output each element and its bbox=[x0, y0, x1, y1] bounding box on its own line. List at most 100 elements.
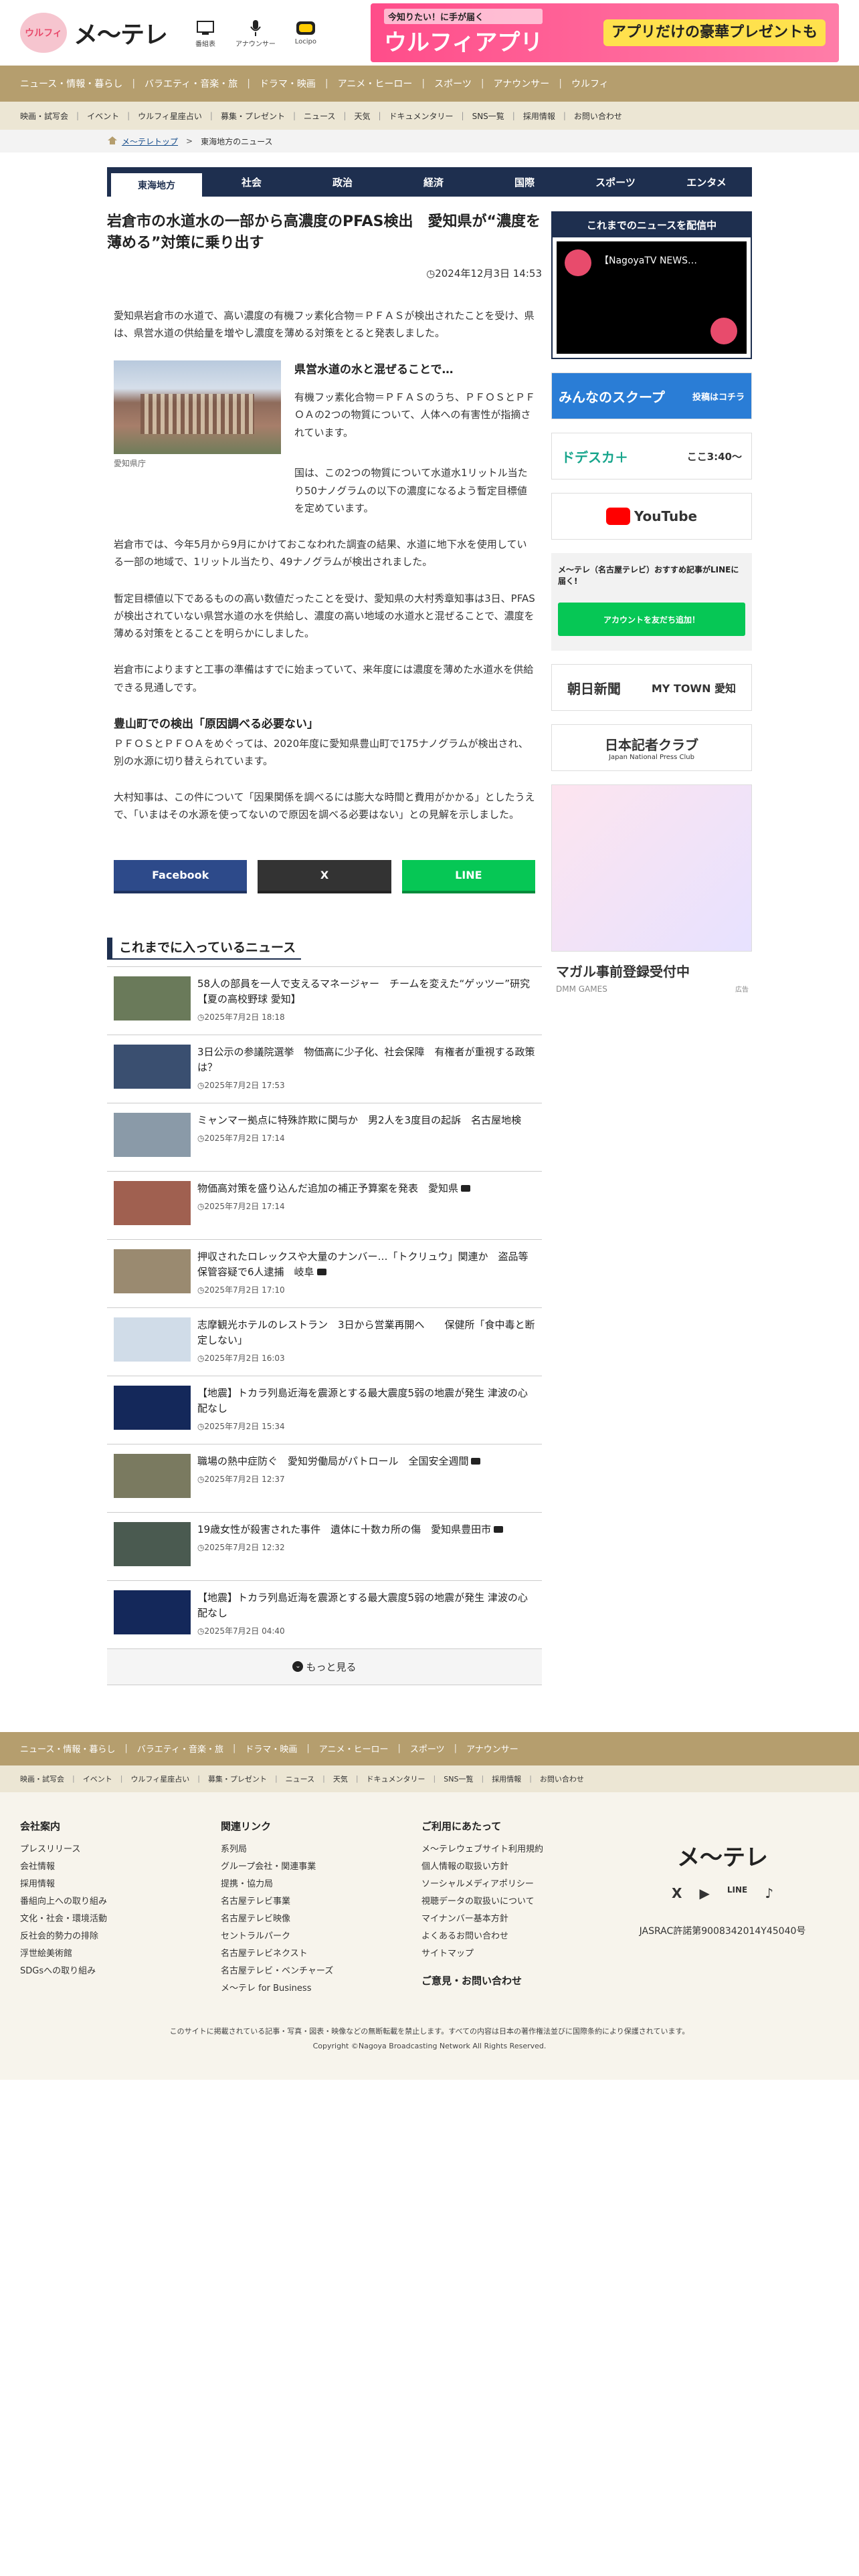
tv-schedule-link[interactable]: 番組表 bbox=[194, 18, 217, 48]
more-button[interactable]: ⌄ もっと見る bbox=[107, 1648, 542, 1685]
category-tab[interactable]: スポーツ bbox=[570, 167, 661, 197]
footer-sub-nav-item[interactable]: お問い合わせ bbox=[540, 1774, 584, 1784]
category-tab[interactable]: エンタメ bbox=[661, 167, 752, 197]
main-nav-item[interactable]: アニメ・ヒーロー bbox=[338, 77, 413, 90]
main-nav-item[interactable]: ドラマ・映画 bbox=[260, 77, 316, 90]
youtube-banner[interactable]: YouTube bbox=[551, 493, 752, 540]
share-facebook-button[interactable]: Facebook bbox=[114, 859, 248, 893]
asahi-mytown-banner[interactable]: 朝日新聞 MY TOWN 愛知 bbox=[551, 664, 752, 711]
footer-link[interactable]: 提携・協力局 bbox=[221, 1876, 421, 1893]
share-line-button[interactable]: LINE bbox=[401, 859, 535, 893]
news-item[interactable]: 志摩観光ホテルのレストラン 3日から営業再開へ 保健所「食中毒と断定しない」 ◷2… bbox=[107, 1308, 542, 1376]
sub-nav-item[interactable]: ニュース bbox=[304, 110, 335, 122]
sub-nav-item[interactable]: ドキュメンタリー bbox=[389, 110, 454, 122]
game-ad[interactable]: マガル事前登録受付中 DMM GAMES 広告 bbox=[551, 784, 752, 994]
footer-sub-nav-item[interactable]: 映画・試写会 bbox=[20, 1774, 64, 1784]
footer-link[interactable]: 視聴データの取扱いについて bbox=[421, 1893, 622, 1911]
sub-nav-item[interactable]: 募集・プレゼント bbox=[221, 110, 285, 122]
footer-link[interactable]: 浮世絵美術館 bbox=[20, 1945, 221, 1963]
footer-link[interactable]: グループ会社・関連事業 bbox=[221, 1858, 421, 1876]
sub-nav-item[interactable]: イベント bbox=[87, 110, 119, 122]
footer-main-nav-item[interactable]: アニメ・ヒーロー bbox=[319, 1742, 389, 1755]
footer-link[interactable]: よくあるお問い合わせ bbox=[421, 1928, 622, 1945]
dodesuka-banner[interactable]: ドデスカ＋ ここ3:40～ bbox=[551, 433, 752, 479]
footer-link[interactable]: 名古屋テレビ映像 bbox=[221, 1911, 421, 1928]
sub-nav-item[interactable]: お問い合わせ bbox=[574, 110, 622, 122]
press-club-banner[interactable]: 日本記者クラブ Japan National Press Club bbox=[551, 724, 752, 771]
footer-link[interactable]: 系列局 bbox=[221, 1841, 421, 1858]
news-item[interactable]: ミャンマー拠点に特殊詐欺に関与か 男2人を3度目の起訴 名古屋地検 ◷2025年7… bbox=[107, 1103, 542, 1172]
announcer-link[interactable]: アナウンサー bbox=[235, 18, 276, 48]
footer-link[interactable]: 採用情報 bbox=[20, 1876, 221, 1893]
news-item[interactable]: 58人の部員を一人で支えるマネージャー チームを変えた“ゲッツー”研究【夏の高校… bbox=[107, 967, 542, 1035]
main-nav-item[interactable]: アナウンサー bbox=[494, 77, 550, 90]
footer-sub-nav-item[interactable]: イベント bbox=[83, 1774, 112, 1784]
footer-link[interactable]: 文化・社会・環境活動 bbox=[20, 1911, 221, 1928]
news-item[interactable]: 物価高対策を盛り込んだ追加の補正予算案を発表 愛知県 ◷2025年7月2日 17:… bbox=[107, 1172, 542, 1240]
footer-main-nav-item[interactable]: アナウンサー bbox=[466, 1742, 518, 1755]
category-tab[interactable]: 東海地方 bbox=[111, 171, 202, 197]
footer-link[interactable]: メ～テレ for Business bbox=[221, 1980, 421, 1998]
footer-link[interactable]: 名古屋テレビ事業 bbox=[221, 1893, 421, 1911]
x-icon[interactable]: X bbox=[672, 1885, 682, 1901]
footer-main-nav-item[interactable]: バラエティ・音楽・旅 bbox=[137, 1742, 223, 1755]
news-item[interactable]: 19歳女性が殺害された事件 遺体に十数カ所の傷 愛知県豊田市 ◷2025年7月2日… bbox=[107, 1513, 542, 1581]
footer-sub-nav-item[interactable]: ウルフィ星座占い bbox=[130, 1774, 189, 1784]
footer-main-nav-item[interactable]: ドラマ・映画 bbox=[245, 1742, 297, 1755]
main-nav-item[interactable]: バラエティ・音楽・旅 bbox=[145, 77, 237, 90]
footer-main-nav-item[interactable]: スポーツ bbox=[410, 1742, 445, 1755]
news-item[interactable]: 【地震】トカラ列島近海を震源とする最大震度5弱の地震が発生 津波の心配なし ◷20… bbox=[107, 1376, 542, 1444]
footer-link[interactable]: ソーシャルメディアポリシー bbox=[421, 1876, 622, 1893]
footer-sub-nav-item[interactable]: 天気 bbox=[333, 1774, 348, 1784]
footer-sub-nav-item[interactable]: 採用情報 bbox=[492, 1774, 521, 1784]
youtube-icon[interactable]: ▶ bbox=[699, 1885, 709, 1901]
footer-link[interactable]: マイナンバー基本方針 bbox=[421, 1911, 622, 1928]
contact-link[interactable]: ご意見・お問い合わせ bbox=[421, 1973, 622, 1988]
footer-link[interactable]: 反社会的勢力の排除 bbox=[20, 1928, 221, 1945]
mascot-logo[interactable]: ウルフィ bbox=[20, 13, 67, 53]
breadcrumb-home[interactable]: メ～テレトップ bbox=[107, 136, 178, 147]
footer-sub-nav-item[interactable]: ドキュメンタリー bbox=[367, 1774, 425, 1784]
footer-link[interactable]: メ～テレウェブサイト利用規約 bbox=[421, 1841, 622, 1858]
sub-nav-item[interactable]: 映画・試写会 bbox=[20, 110, 68, 122]
footer-link[interactable]: 個人情報の取扱い方針 bbox=[421, 1858, 622, 1876]
footer-link[interactable]: 番組向上への取り組み bbox=[20, 1893, 221, 1911]
sub-nav-item[interactable]: SNS一覧 bbox=[472, 110, 504, 122]
footer-link[interactable]: 名古屋テレビ・ベンチャーズ bbox=[221, 1963, 421, 1980]
footer-link[interactable]: SDGsへの取り組み bbox=[20, 1963, 221, 1980]
site-logo[interactable]: メ～テレ bbox=[74, 15, 168, 50]
news-item[interactable]: 職場の熱中症防ぐ 愛知労働局がパトロール 全国安全週間 ◷2025年7月2日 12… bbox=[107, 1444, 542, 1513]
main-nav-item[interactable]: スポーツ bbox=[434, 77, 472, 90]
footer-link[interactable]: 会社情報 bbox=[20, 1858, 221, 1876]
sub-nav-item[interactable]: 天気 bbox=[354, 110, 370, 122]
footer-sub-nav-item[interactable]: ニュース bbox=[286, 1774, 314, 1784]
footer-link[interactable]: 名古屋テレビネクスト bbox=[221, 1945, 421, 1963]
footer-logo[interactable]: メ～テレ bbox=[622, 1839, 823, 1872]
footer-main-nav-item[interactable]: ニュース・情報・暮らし bbox=[20, 1742, 115, 1755]
news-item[interactable]: 3日公示の参議院選挙 物価高に少子化、社会保障 有権者が重視する政策は？ ◷202… bbox=[107, 1035, 542, 1103]
scoop-banner[interactable]: みんなのスクープ 投稿はコチラ bbox=[551, 372, 752, 419]
category-tab[interactable]: 国際 bbox=[479, 167, 570, 197]
article-photo[interactable] bbox=[114, 360, 281, 455]
category-tab[interactable]: 経済 bbox=[388, 167, 479, 197]
footer-link[interactable]: サイトマップ bbox=[421, 1945, 622, 1963]
sub-nav-item[interactable]: ウルフィ星座占い bbox=[138, 110, 202, 122]
category-tab[interactable]: 社会 bbox=[206, 167, 297, 197]
footer-link[interactable]: プレスリリース bbox=[20, 1841, 221, 1858]
locipo-link[interactable]: Locipo bbox=[294, 18, 317, 48]
app-banner[interactable]: 今知りたい！に手が届く ウルフィアプリ アプリだけの豪華プレゼントも bbox=[371, 3, 839, 62]
main-nav-item[interactable]: ウルフィ bbox=[571, 77, 609, 90]
footer-sub-nav-item[interactable]: SNS一覧 bbox=[444, 1774, 473, 1784]
category-tab[interactable]: 政治 bbox=[297, 167, 388, 197]
tiktok-icon[interactable]: ♪ bbox=[765, 1885, 773, 1901]
youtube-video[interactable]: 【NagoyaTV NEWS… bbox=[557, 241, 747, 354]
news-item[interactable]: 押収されたロレックスや大量のナンバー…「トクリュウ」関連か 盗品等保管容疑で6人… bbox=[107, 1240, 542, 1308]
news-item[interactable]: 【地震】トカラ列島近海を震源とする最大震度5弱の地震が発生 津波の心配なし ◷20… bbox=[107, 1581, 542, 1649]
footer-sub-nav-item[interactable]: 募集・プレゼント bbox=[208, 1774, 267, 1784]
line-add-friend-button[interactable]: アカウントを友だち追加！ bbox=[558, 603, 745, 636]
line-icon[interactable]: LINE bbox=[727, 1885, 747, 1901]
share-x-button[interactable]: X bbox=[258, 859, 391, 893]
main-nav-item[interactable]: ニュース・情報・暮らし bbox=[20, 77, 122, 90]
footer-link[interactable]: セントラルパーク bbox=[221, 1928, 421, 1945]
sub-nav-item[interactable]: 採用情報 bbox=[523, 110, 555, 122]
